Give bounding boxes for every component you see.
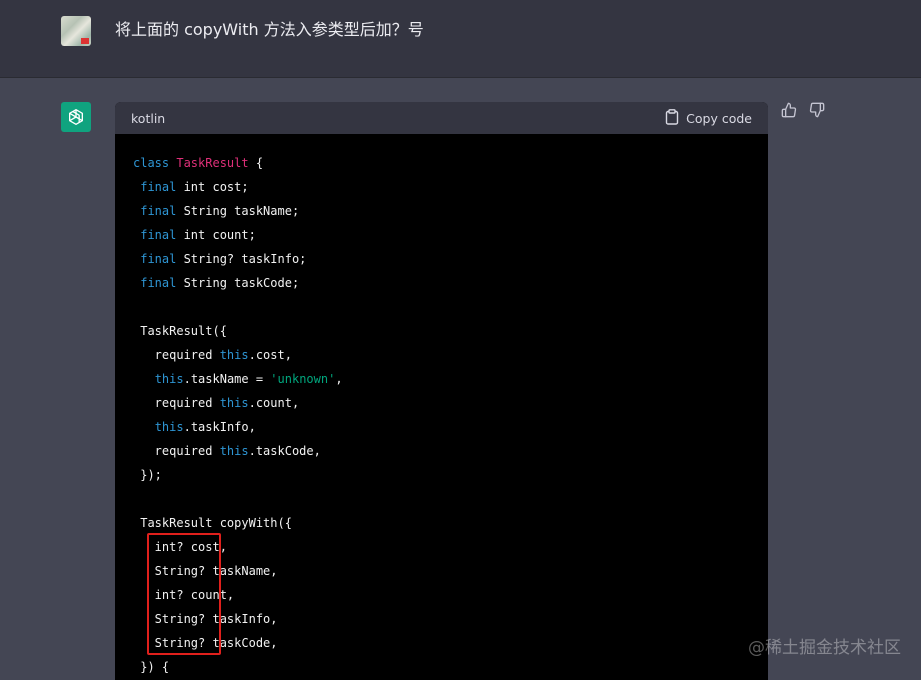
- code-line: final int cost;: [140, 180, 249, 194]
- copy-code-button[interactable]: Copy code: [665, 108, 752, 128]
- code-line: required this.cost,: [133, 348, 292, 362]
- feedback-buttons: [780, 102, 826, 120]
- code-language-label: kotlin: [131, 110, 166, 126]
- code-line: final String taskCode;: [140, 276, 300, 290]
- code-line: int? count,: [133, 588, 235, 602]
- highlight-annotation-box: [147, 533, 221, 655]
- code-line: TaskResult copyWith({: [133, 516, 292, 530]
- code-line: final int count;: [140, 228, 256, 242]
- code-line: this.taskName = 'unknown',: [154, 372, 343, 386]
- code-line: });: [133, 468, 162, 482]
- user-avatar: [61, 16, 91, 46]
- code-header: kotlin Copy code: [115, 102, 768, 134]
- code-line: TaskResult({: [133, 324, 227, 338]
- code-line: final String? taskInfo;: [140, 252, 307, 266]
- code-line: required this.taskCode,: [133, 444, 321, 458]
- thumbs-up-icon: [781, 102, 797, 118]
- thumbs-down-button[interactable]: [808, 102, 826, 120]
- code-line: required this.count,: [133, 396, 300, 410]
- code-line: class TaskResult {: [133, 156, 264, 170]
- code-line: ​: [133, 295, 750, 319]
- copy-code-label: Copy code: [686, 110, 752, 126]
- code-line: String? taskCode,: [133, 636, 278, 650]
- user-message-row: 将上面的 copyWith 方法入参类型后加？号: [0, 0, 921, 78]
- code-line: this.taskInfo,: [154, 420, 256, 434]
- code-line: final String taskName;: [140, 204, 300, 218]
- code-line: String? taskName,: [133, 564, 278, 578]
- code-line: }) {: [133, 660, 170, 674]
- thumbs-up-button[interactable]: [780, 102, 798, 120]
- openai-logo-icon: [61, 102, 91, 132]
- watermark: @稀土掘金技术社区: [748, 638, 901, 658]
- clipboard-icon: [665, 108, 679, 128]
- thumbs-down-icon: [809, 102, 825, 118]
- code-line: int? cost,: [133, 540, 227, 554]
- assistant-message-row: kotlin Copy code class TaskResult { fina…: [0, 78, 921, 680]
- user-message-text: 将上面的 copyWith 方法入参类型后加？号: [115, 20, 424, 39]
- code-line: String? taskInfo,: [133, 612, 278, 626]
- code-line: ​: [133, 487, 750, 511]
